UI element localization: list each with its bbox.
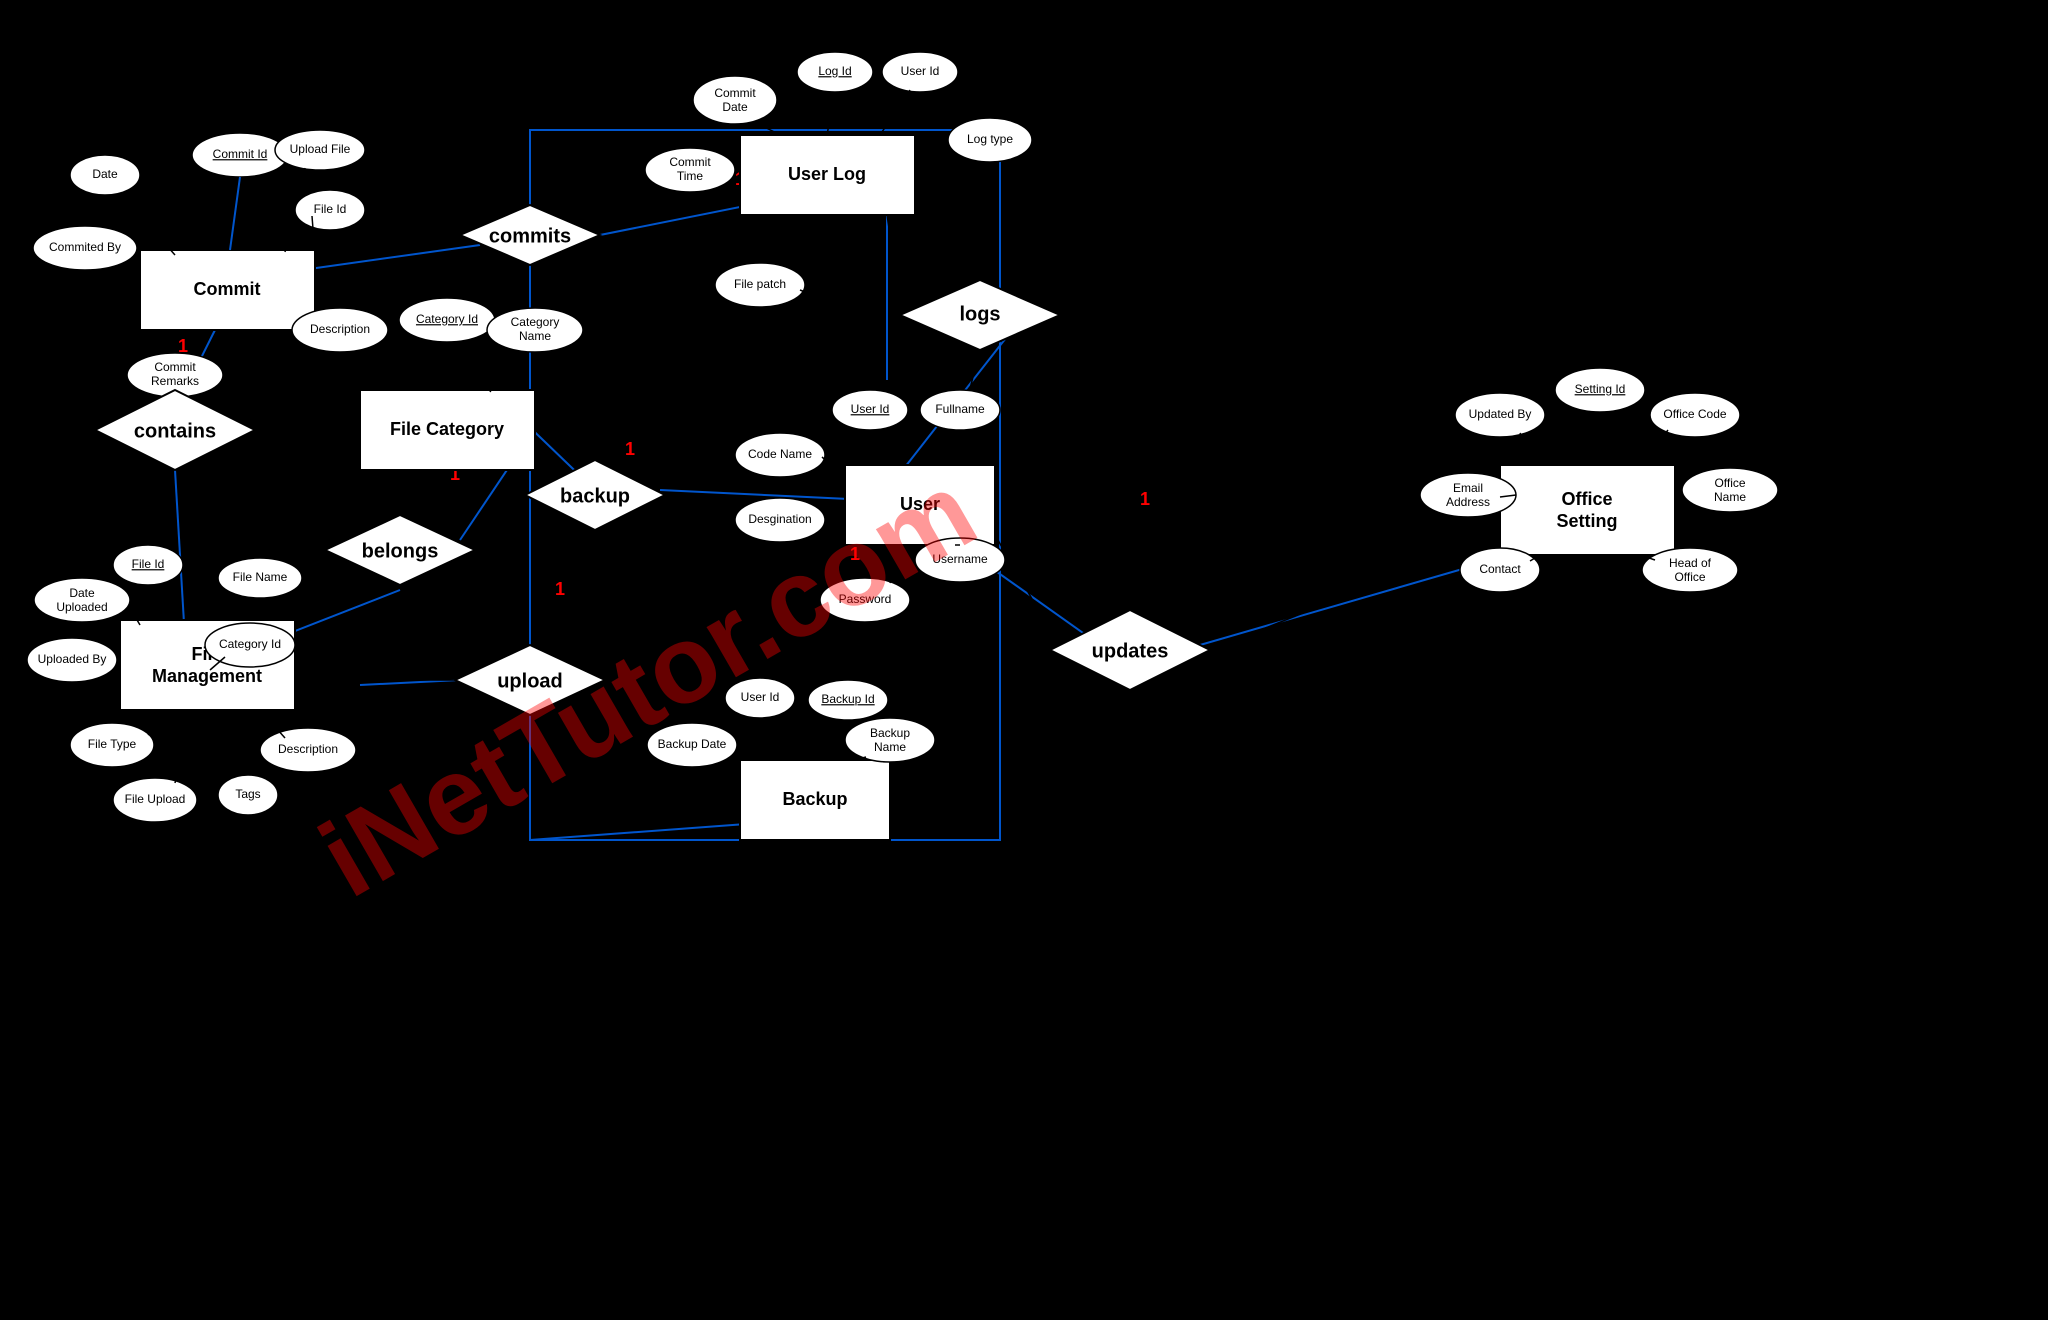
svg-text:Backup: Backup	[870, 726, 910, 740]
svg-text:Contact: Contact	[1479, 562, 1521, 576]
svg-text:Name: Name	[519, 329, 551, 343]
svg-text:Fullname: Fullname	[935, 402, 985, 416]
filecategory-label: File Category	[390, 419, 504, 439]
commit-entity-label: Commit	[194, 279, 261, 299]
svg-text:Head of: Head of	[1669, 556, 1712, 570]
svg-text:Tags: Tags	[235, 787, 260, 801]
svg-text:Commit: Commit	[669, 155, 711, 169]
svg-text:File Upload: File Upload	[125, 792, 186, 806]
svg-text:Email: Email	[1453, 481, 1483, 495]
svg-text:Updated By: Updated By	[1469, 407, 1532, 421]
svg-text:Name: Name	[1714, 490, 1746, 504]
officesetting-label: Office	[1561, 489, 1612, 509]
svg-text:Description: Description	[310, 322, 370, 336]
belongs-label: belongs	[362, 540, 439, 562]
svg-text:Date: Date	[92, 167, 118, 181]
er-diagram: N 1 N 1 N 1 1 1 1 N 1 Commit Commit Id D…	[0, 0, 2048, 1320]
svg-text:Address: Address	[1446, 495, 1490, 509]
backup-label: Backup	[782, 789, 847, 809]
svg-text:File Type: File Type	[88, 737, 137, 751]
svg-text:Commit: Commit	[154, 360, 196, 374]
svg-text:File Name: File Name	[233, 570, 288, 584]
backup-rel-label: backup	[560, 485, 630, 507]
svg-text:User Id: User Id	[851, 402, 890, 416]
svg-text:Office: Office	[1714, 476, 1745, 490]
svg-text:Backup Id: Backup Id	[821, 692, 874, 706]
svg-text:Commited By: Commited By	[49, 240, 121, 254]
card-upload-1: 1	[555, 579, 565, 599]
svg-text:Time: Time	[677, 169, 704, 183]
svg-text:Log Id: Log Id	[818, 64, 851, 78]
svg-text:Code Name: Code Name	[748, 447, 812, 461]
svg-text:Name: Name	[874, 740, 906, 754]
svg-text:Commit Id: Commit Id	[213, 147, 268, 161]
svg-text:Uploaded By: Uploaded By	[38, 652, 107, 666]
logs-label: logs	[959, 303, 1000, 325]
svg-text:Commit: Commit	[714, 86, 756, 100]
svg-text:File Id: File Id	[132, 557, 165, 571]
svg-text:Upload File: Upload File	[290, 142, 351, 156]
svg-text:Description: Description	[278, 742, 338, 756]
svg-text:Date: Date	[722, 100, 748, 114]
svg-text:Log type: Log type	[967, 132, 1013, 146]
svg-text:Remarks: Remarks	[151, 374, 199, 388]
svg-text:Category: Category	[511, 315, 560, 329]
svg-text:User Id: User Id	[901, 64, 940, 78]
officesetting-label2: Setting	[1557, 511, 1618, 531]
updates-label: updates	[1092, 640, 1169, 662]
svg-text:Office: Office	[1674, 570, 1705, 584]
commits-label: commits	[489, 225, 571, 247]
svg-text:Setting Id: Setting Id	[1575, 382, 1626, 396]
svg-text:Uploaded: Uploaded	[56, 600, 107, 614]
svg-text:File patch: File patch	[734, 277, 786, 291]
contains-label: contains	[134, 420, 216, 442]
svg-text:Category Id: Category Id	[416, 312, 478, 326]
svg-text:File Id: File Id	[314, 202, 347, 216]
userlog-entity-label: User Log	[788, 164, 866, 184]
svg-text:Date: Date	[69, 586, 95, 600]
svg-text:Category Id: Category Id	[219, 637, 281, 651]
card-office-1: 1	[1140, 489, 1150, 509]
svg-text:Office Code: Office Code	[1663, 407, 1726, 421]
filemanagement-label2: Management	[152, 666, 262, 686]
card-backup-1: 1	[625, 439, 635, 459]
